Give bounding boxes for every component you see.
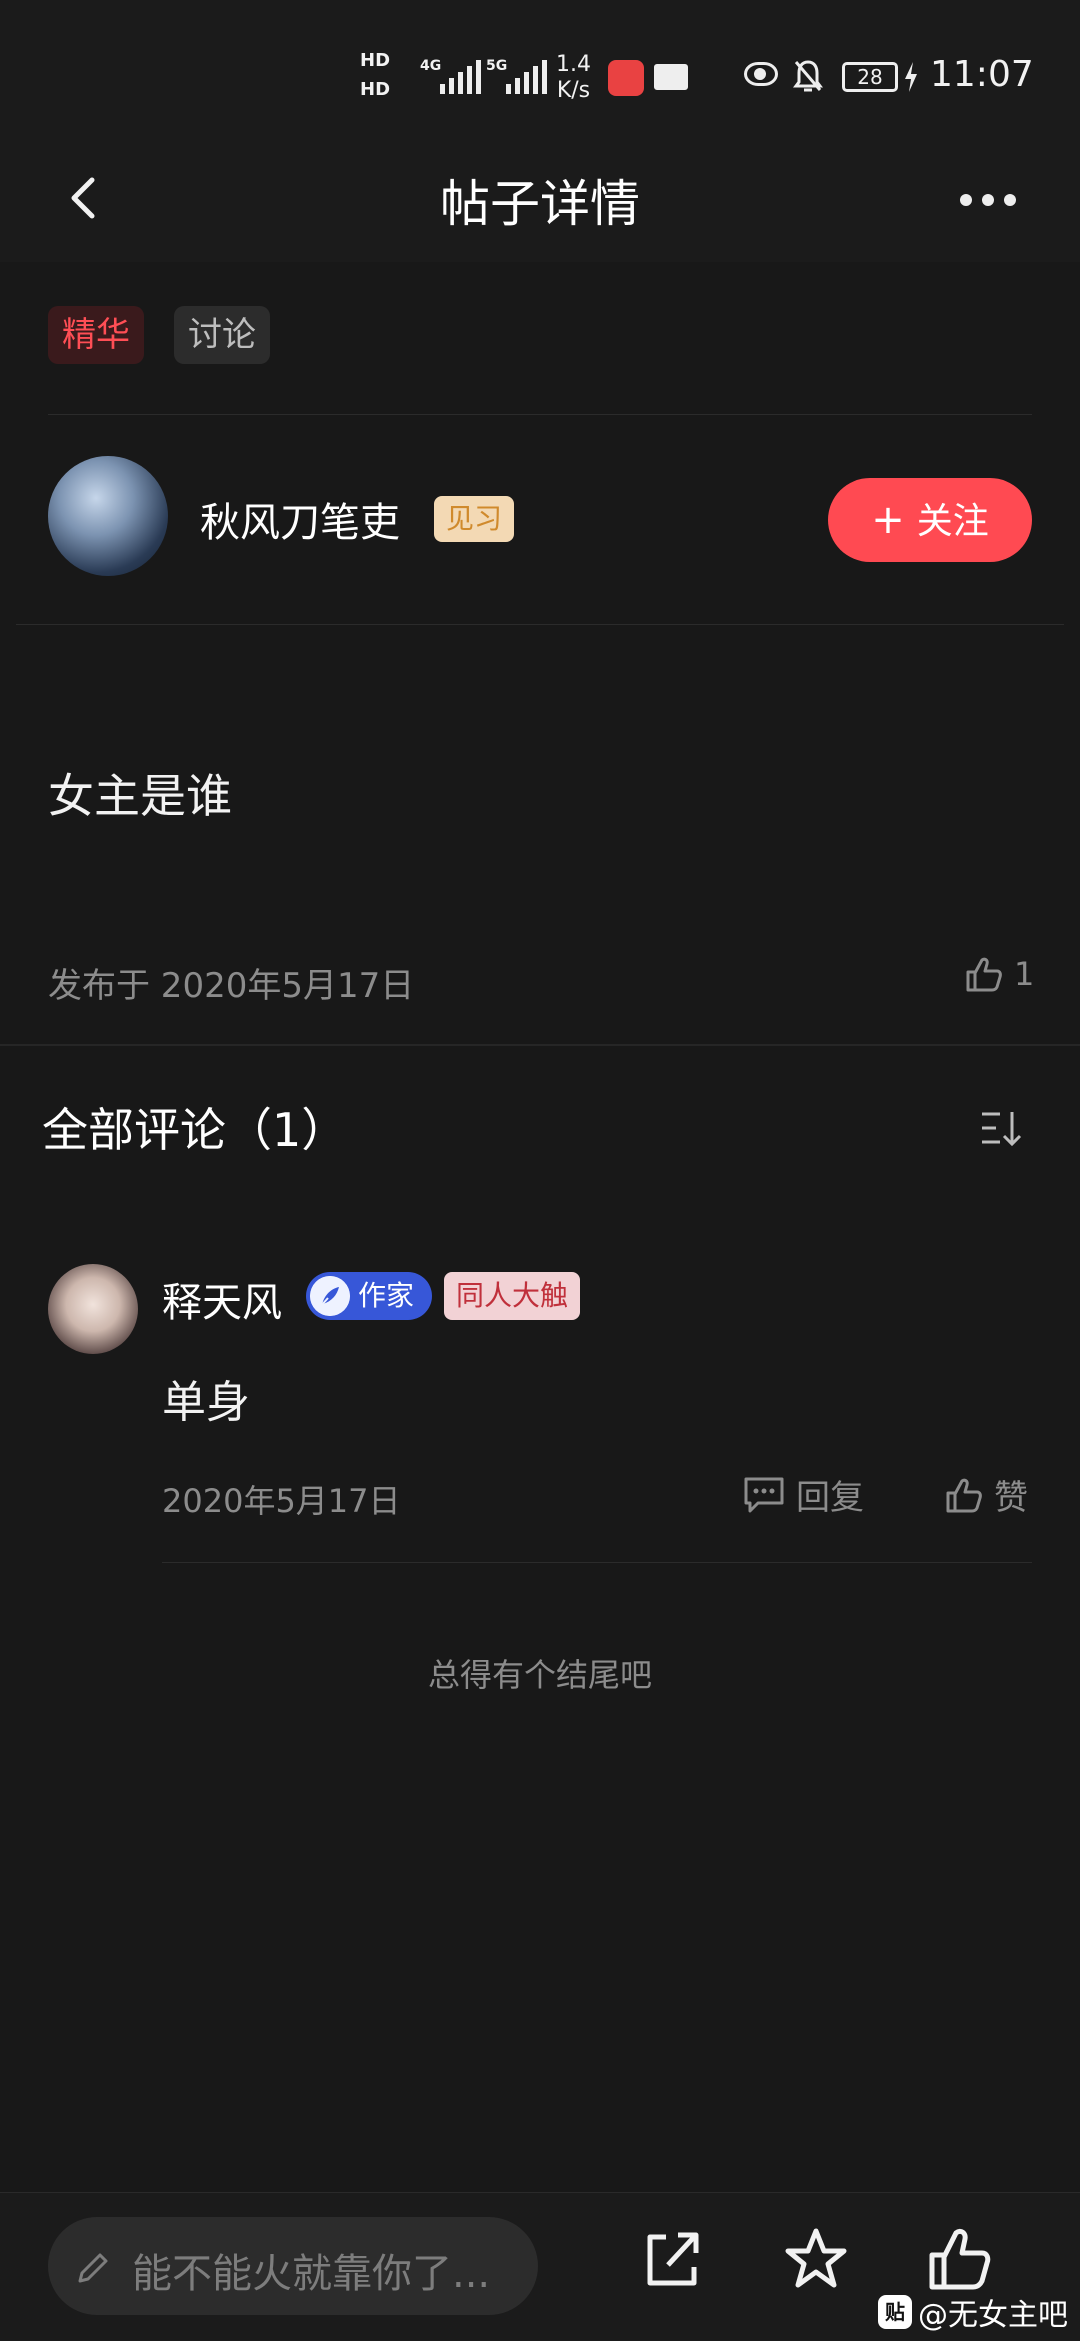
commenter-name[interactable]: 释天风 — [162, 1270, 282, 1328]
top-nav: 帖子详情 — [0, 150, 1080, 262]
battery-icon: 28 — [842, 62, 898, 92]
writer-badge: 作家 — [306, 1272, 432, 1320]
comment-date: 2020年5月17日 — [162, 1482, 401, 1520]
section-separator — [0, 1044, 1080, 1046]
speed-value: 1.4 — [556, 52, 591, 77]
plus-icon: + — [871, 497, 905, 543]
follow-label: 关注 — [916, 501, 989, 542]
comment-icon — [744, 1477, 784, 1512]
bell-off-icon — [793, 60, 823, 92]
comment-input[interactable]: 能不能火就靠你了... — [48, 2217, 538, 2315]
watermark: 贴 @无女主吧 — [878, 2290, 1068, 2334]
clock: 11:07 — [930, 54, 1034, 95]
commenter-avatar[interactable] — [48, 1264, 138, 1354]
like-label: 赞 — [994, 1478, 1028, 1518]
signal-icon-2 — [506, 58, 547, 94]
sort-icon[interactable] — [980, 1108, 1028, 1148]
watermark-text: @无女主吧 — [918, 2298, 1068, 2333]
star-icon[interactable] — [780, 2223, 852, 2295]
thumbs-up-icon[interactable] — [924, 2223, 996, 2295]
feather-pen-icon — [310, 1276, 350, 1316]
thumbs-up-icon — [966, 957, 1002, 992]
author-avatar[interactable] — [48, 456, 168, 576]
signal-icon — [440, 58, 481, 94]
network-speed: 1.4 K/s — [556, 52, 591, 104]
writer-badge-label: 作家 — [358, 1279, 415, 1312]
reply-label: 回复 — [796, 1478, 864, 1518]
hd1-label: HD — [360, 50, 391, 71]
follow-button[interactable]: + 关注 — [828, 478, 1032, 562]
comment-text: 单身 — [162, 1377, 250, 1428]
post-content: 女主是谁 — [48, 769, 232, 823]
page-title: 帖子详情 — [440, 175, 640, 233]
mail-icon — [654, 64, 688, 90]
post-like-count: 1 — [1014, 955, 1035, 993]
author-level-badge: 见习 — [434, 496, 515, 542]
network-5g-label: 5G — [486, 58, 508, 74]
app-notification-icon — [608, 60, 644, 96]
tag-featured[interactable]: 精华 — [48, 306, 144, 364]
hd2-label: HD — [360, 79, 391, 100]
charging-icon — [905, 62, 917, 92]
divider — [162, 1562, 1032, 1563]
reply-button[interactable]: 回复 — [742, 1470, 864, 1519]
speed-unit: K/s — [556, 78, 591, 103]
end-of-list-text: 总得有个结尾吧 — [427, 1656, 652, 1694]
post-date: 发布于 2020年5月17日 — [48, 966, 415, 1006]
thumbs-up-icon — [946, 1478, 982, 1512]
pencil-icon — [78, 2253, 108, 2283]
comment-input-placeholder: 能不能火就靠你了... — [132, 2251, 491, 2297]
tieba-logo-icon: 贴 — [878, 2295, 912, 2329]
fan-badge: 同人大触 — [444, 1272, 581, 1320]
divider — [48, 414, 1032, 415]
comments-title: 全部评论（1） — [42, 1103, 348, 1157]
divider — [16, 624, 1064, 625]
status-bar: HD HD 4G 5G 1.4 K/s 28 11:07 — [0, 0, 1080, 150]
eye-icon — [744, 62, 778, 86]
author-name[interactable]: 秋风刀笔吏 — [200, 490, 400, 548]
hd-indicator: HD HD — [360, 50, 412, 120]
tag-discussion[interactable]: 讨论 — [174, 306, 270, 364]
post-like-button[interactable]: 1 — [964, 954, 1034, 994]
comment-like-button[interactable]: 赞 — [944, 1470, 1028, 1519]
more-options-icon[interactable] — [960, 180, 1030, 220]
network-4g-label: 4G — [420, 58, 442, 74]
share-icon[interactable] — [636, 2223, 708, 2295]
